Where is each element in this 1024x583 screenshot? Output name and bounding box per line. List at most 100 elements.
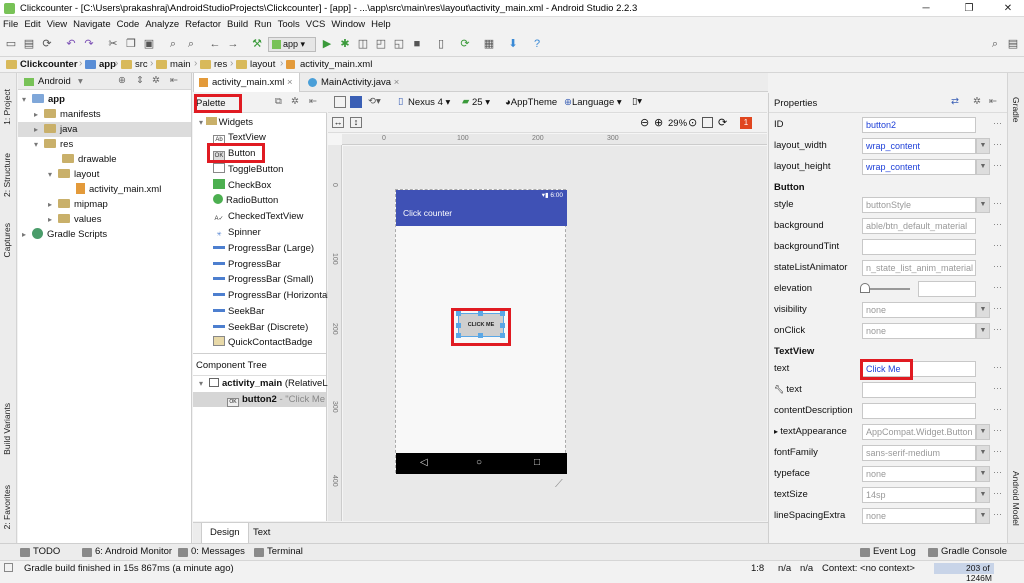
blueprint-mode-icon[interactable] (350, 96, 362, 108)
more-options-icon[interactable]: ··· (993, 160, 1002, 170)
caret-position[interactable]: 1:8 (751, 563, 764, 574)
more-options-icon[interactable]: ··· (993, 383, 1002, 393)
tree-item-activity-main[interactable]: activity_main.xml (76, 182, 161, 197)
hide-icon[interactable]: ⇤ (309, 96, 317, 107)
memory-indicator[interactable]: 203 of 1246M (934, 563, 994, 583)
more-options-icon[interactable]: ··· (993, 261, 1002, 271)
error-count-badge[interactable]: 1 (740, 117, 752, 129)
breadcrumb-res[interactable]: res (200, 59, 227, 71)
expand-arrow-icon[interactable]: ▾ (22, 92, 32, 107)
more-options-icon[interactable]: ··· (993, 198, 1002, 208)
tree-item-res[interactable]: ▾ res (34, 137, 73, 152)
coverage-icon[interactable]: ◰ (374, 37, 388, 51)
tree-node-root[interactable]: ▾ activity_main (RelativeLa (199, 376, 333, 391)
todo-tool-button[interactable]: TODO (20, 546, 60, 557)
minimize-button[interactable]: ─ (912, 1, 940, 16)
resize-corner-icon[interactable]: ⟋ (555, 478, 563, 491)
menu-build[interactable]: Build (224, 17, 251, 33)
more-options-icon[interactable]: ··· (993, 303, 1002, 313)
more-options-icon[interactable]: ··· (993, 467, 1002, 477)
dropdown-arrow-icon[interactable]: ▼ (976, 487, 990, 503)
pin-icon[interactable]: ⧉ (275, 96, 282, 107)
dropdown-arrow-icon[interactable]: ▼ (976, 323, 990, 339)
resize-handle[interactable] (456, 311, 461, 316)
hide-icon[interactable]: ⇤ (989, 96, 997, 107)
palette-item-progressbar-large[interactable]: ProgressBar (Large) (213, 241, 314, 256)
menu-help[interactable]: Help (368, 17, 394, 33)
gear-icon[interactable]: ✲ (973, 96, 981, 107)
more-options-icon[interactable]: ··· (993, 404, 1002, 414)
file-encoding[interactable]: n/a (800, 563, 813, 574)
expand-arrow-icon[interactable]: ▸ (34, 107, 44, 122)
dropdown-arrow-icon[interactable]: ▼ (976, 159, 990, 175)
zoom-out-icon[interactable]: ⊖ (640, 116, 649, 129)
stop-icon[interactable]: ■ (410, 37, 424, 51)
tree-item-layout[interactable]: ▾ layout (48, 167, 99, 182)
api-select[interactable]: 25 ▾ (472, 97, 490, 108)
refresh-icon[interactable]: ⟳ (718, 116, 727, 129)
palette-item-checkedtextview[interactable]: A✓ CheckedTextView (213, 209, 303, 224)
resize-handle[interactable] (478, 311, 483, 316)
sync-scroll-icon[interactable]: ⊕ (118, 75, 126, 86)
android-monitor-tool-button[interactable]: 6: Android Monitor (82, 546, 172, 557)
property-value[interactable] (862, 239, 976, 255)
breadcrumb-clickcounter[interactable]: Clickcounter (6, 59, 78, 71)
replace-icon[interactable]: ⌕ (184, 37, 198, 51)
property-value[interactable]: 14sp (862, 487, 976, 503)
palette-item-quickcontactbadge[interactable]: QuickContactBadge (213, 335, 313, 350)
design-mode-icon[interactable] (334, 96, 346, 108)
palette-item-progressbar[interactable]: ProgressBar (213, 257, 281, 272)
forward-icon[interactable]: → (226, 37, 240, 51)
hide-icon[interactable]: ⇤ (170, 75, 178, 86)
screenshot-icon[interactable] (702, 117, 713, 128)
dropdown-arrow-icon[interactable]: ▾ (78, 76, 83, 87)
collapse-icon[interactable]: ⇕ (136, 75, 144, 86)
elevation-slider[interactable] (860, 283, 910, 293)
property-value[interactable]: none (862, 508, 976, 524)
tree-item-drawable[interactable]: drawable (62, 152, 117, 167)
property-value[interactable] (862, 382, 976, 398)
dropdown-arrow-icon[interactable]: ▼ (976, 302, 990, 318)
resize-handle[interactable] (478, 333, 483, 338)
captures-tool-tab[interactable]: Captures (2, 223, 12, 258)
settings-icon[interactable]: ▤ (1006, 37, 1020, 51)
tree-node-button2[interactable]: OK button2 - "Click Me (193, 392, 326, 407)
close-tab-icon[interactable]: × (287, 77, 293, 88)
tree-item-app[interactable]: ▾ app (22, 92, 65, 107)
zoom-to-fit-icon[interactable]: ⊙ (688, 116, 697, 129)
palette-category-widgets[interactable]: ▾ Widgets (199, 115, 253, 130)
paste-icon[interactable]: ▣ (142, 37, 156, 51)
undo-icon[interactable]: ↶ (64, 37, 78, 51)
tree-item-java[interactable]: ▸ java (18, 122, 191, 137)
menu-window[interactable]: Window (328, 17, 368, 33)
property-value[interactable]: none (862, 323, 976, 339)
favorites-tool-tab[interactable]: 2: Favorites (2, 485, 12, 529)
property-value[interactable]: button2 (862, 117, 976, 133)
menu-vcs[interactable]: VCS (303, 17, 329, 33)
breadcrumb-src[interactable]: src (121, 59, 148, 71)
more-options-icon[interactable]: ··· (993, 118, 1002, 128)
dropdown-arrow-icon[interactable]: ▼ (976, 445, 990, 461)
tab-main-activity[interactable]: MainActivity.java × (303, 73, 405, 92)
swap-view-icon[interactable]: ⇄ (951, 96, 959, 107)
more-options-icon[interactable]: ··· (993, 139, 1002, 149)
messages-tool-button[interactable]: 0: Messages (178, 546, 245, 557)
project-tool-tab[interactable]: 1: Project (2, 89, 12, 125)
resize-handle[interactable] (456, 323, 461, 328)
project-view-select[interactable]: Android (38, 76, 71, 87)
more-options-icon[interactable]: ··· (993, 425, 1002, 435)
line-separator[interactable]: n/a (778, 563, 791, 574)
palette-item-checkbox[interactable]: CheckBox (213, 178, 271, 193)
resize-handle[interactable] (500, 311, 505, 316)
device-preview[interactable]: ▾▮ 6:00 Click counter CLICK ME ◁ ○ □ (395, 189, 567, 474)
more-options-icon[interactable]: ··· (993, 488, 1002, 498)
menu-analyze[interactable]: Analyze (142, 17, 182, 33)
more-options-icon[interactable]: ··· (993, 362, 1002, 372)
property-value[interactable]: wrap_content (862, 138, 976, 154)
gradle-sync-icon[interactable]: ⟳ (458, 37, 472, 51)
breadcrumb-file[interactable]: activity_main.xml (286, 59, 372, 71)
layout-variants-icon[interactable]: ▯▾ (632, 96, 642, 107)
fit-width-icon[interactable]: ↔ (332, 117, 344, 128)
zoom-in-icon[interactable]: ⊕ (654, 116, 663, 129)
tab-activity-main[interactable]: activity_main.xml × (193, 73, 300, 92)
